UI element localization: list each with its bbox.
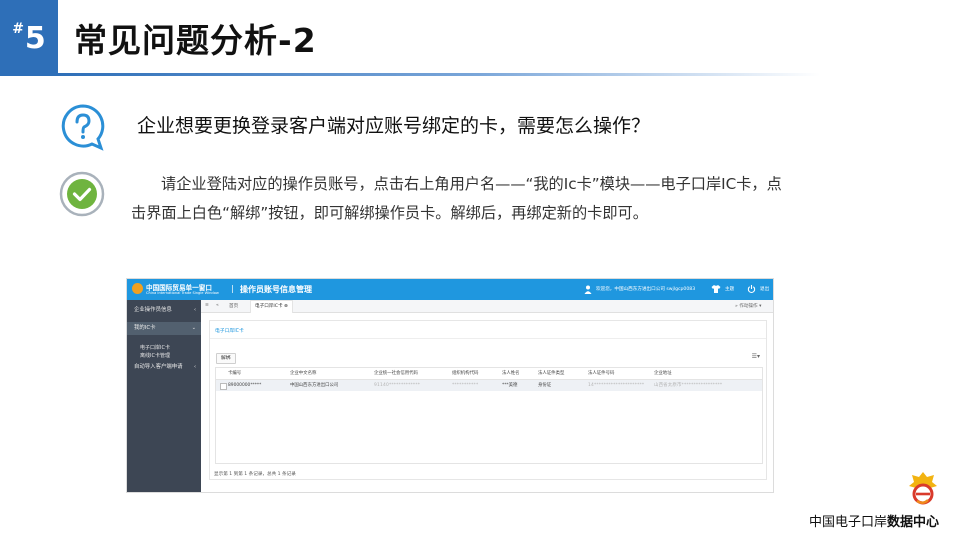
badge-number: 5	[24, 20, 46, 56]
theme-button[interactable]: 主题	[725, 286, 734, 292]
logo-en: China International Trade Single Window	[146, 291, 219, 295]
column-header: 法人证件类型	[538, 371, 565, 376]
chevron-left-icon: ‹	[194, 364, 196, 370]
tab-actions-menu[interactable]: » 作动操作 ▾	[735, 303, 761, 309]
sidebar-item-label: 自动导入客户端申请	[134, 364, 183, 370]
column-header: 卡编号	[228, 371, 242, 376]
slide-title: 常见问题分析-2	[74, 21, 317, 60]
breadcrumb-divider	[210, 338, 766, 339]
sidebar-item-label: 我的IC卡	[134, 325, 156, 331]
power-icon[interactable]	[747, 284, 756, 294]
unbind-button[interactable]: 解绑	[216, 353, 236, 364]
sidebar-subitem-eport-ic-card[interactable]: 电子口岸IC卡	[140, 344, 170, 351]
table-cell: 身份证	[538, 383, 552, 388]
theme-shirt-icon[interactable]	[711, 284, 721, 294]
unbind-button-label: 解绑	[221, 356, 231, 361]
sidebar-subitem-offline-ic-card[interactable]: 离线IC卡管理	[140, 352, 170, 359]
sidebar-item-my-ic-card[interactable]: 我的IC卡 ⌄	[127, 322, 201, 335]
column-header: 企业中文名称	[290, 371, 317, 376]
ic-card-table: 卡编号 企业中文名称 企业统一社会信用代码 组织机构代码 法人姓名 法人证件类型…	[215, 367, 763, 464]
sidebar-item-label: 企业操作员信息	[134, 307, 172, 313]
tab-home[interactable]: 首页	[229, 303, 238, 309]
chevron-down-icon: ⌄	[191, 325, 196, 331]
tab-eport-ic-card[interactable]: 电子口岸IC卡 ⊗	[250, 300, 293, 313]
tab-bar: ≡ « 首页 电子口岸IC卡 ⊗ » 作动操作 ▾	[201, 300, 773, 313]
question-bubble-icon	[61, 104, 105, 151]
table-cell: ***********	[452, 383, 479, 388]
table-cell: 91140*************	[374, 383, 421, 388]
table-columns-menu[interactable]: ☰▾	[752, 353, 760, 360]
column-header: 企业统一社会信用代码	[374, 371, 418, 376]
tab-scroll-left-icon[interactable]: «	[216, 303, 219, 308]
user-icon	[584, 285, 592, 294]
column-header: 企业地址	[654, 371, 672, 376]
row-checkbox[interactable]	[220, 383, 227, 390]
table-cell: ***美德	[502, 383, 518, 388]
pagination-info: 显示第 1 到第 1 条记录，总共 1 条记录	[214, 472, 296, 477]
eport-logo-icon	[909, 472, 937, 505]
logout-button[interactable]: 退出	[760, 286, 769, 292]
title-separator: |	[231, 284, 234, 293]
title-underline	[58, 73, 820, 76]
footer-brand-bold: 数据中心	[886, 515, 939, 530]
table-header: 卡编号 企业中文名称 企业统一社会信用代码 组织机构代码 法人姓名 法人证件类型…	[216, 368, 762, 380]
table-cell: 中国山西东方进出口公司	[290, 383, 339, 388]
single-window-logo-icon	[132, 283, 143, 294]
column-header: 组织机构代码	[452, 371, 479, 376]
app-sidebar: 企业操作员信息 ‹ 我的IC卡 ⌄ 电子口岸IC卡 离线IC卡管理 自动导入客户…	[127, 300, 201, 492]
footer-brand-normal: 中国电子口岸	[808, 515, 887, 530]
table-cell: 14*********************	[588, 383, 645, 388]
chevron-left-icon: ‹	[194, 307, 196, 313]
sidebar-item-operator-info[interactable]: 企业操作员信息 ‹	[127, 304, 201, 317]
menu-toggle-icon[interactable]: ≡	[205, 303, 209, 308]
embedded-screenshot: 中国国际贸易单一窗口 China International Trade Sin…	[127, 279, 773, 492]
app-topbar: 中国国际贸易单一窗口 China International Trade Sin…	[127, 279, 773, 300]
column-header: 法人姓名	[502, 371, 520, 376]
answer-text: 请企业登陆对应的操作员账号，点击右上角用户名——“我的Ic卡”模块——电子口岸I…	[131, 175, 782, 222]
slide-number-badge: #5	[0, 0, 58, 76]
username-link[interactable]: 欢迎您，中国山西东方进出口公司 swjlgcp0083	[596, 286, 695, 292]
sidebar-item-auto-import-request[interactable]: 自动导入客户端申请 ‹	[127, 361, 201, 374]
footer-brand: 中国电子口岸数据中心	[809, 511, 939, 530]
check-circle-icon	[59, 171, 105, 217]
content-panel: 电子口岸IC卡 解绑 ☰▾ 卡编号 企业中文名称 企业统一社会信用代码 组织机构…	[209, 320, 767, 480]
table-cell: 89000000*****	[228, 383, 262, 388]
column-header: 法人证件号码	[588, 371, 615, 376]
table-cell: 山西省太原市*****************	[654, 383, 723, 388]
table-row[interactable]: 89000000***** 中国山西东方进出口公司 91140*********…	[216, 380, 762, 391]
breadcrumb: 电子口岸IC卡	[215, 329, 244, 334]
question-text: 企业想要更换登录客户端对应账号绑定的卡，需要怎么操作？	[137, 115, 651, 137]
badge-hash: #	[12, 20, 24, 37]
system-title: 操作员账号信息管理	[240, 285, 312, 294]
